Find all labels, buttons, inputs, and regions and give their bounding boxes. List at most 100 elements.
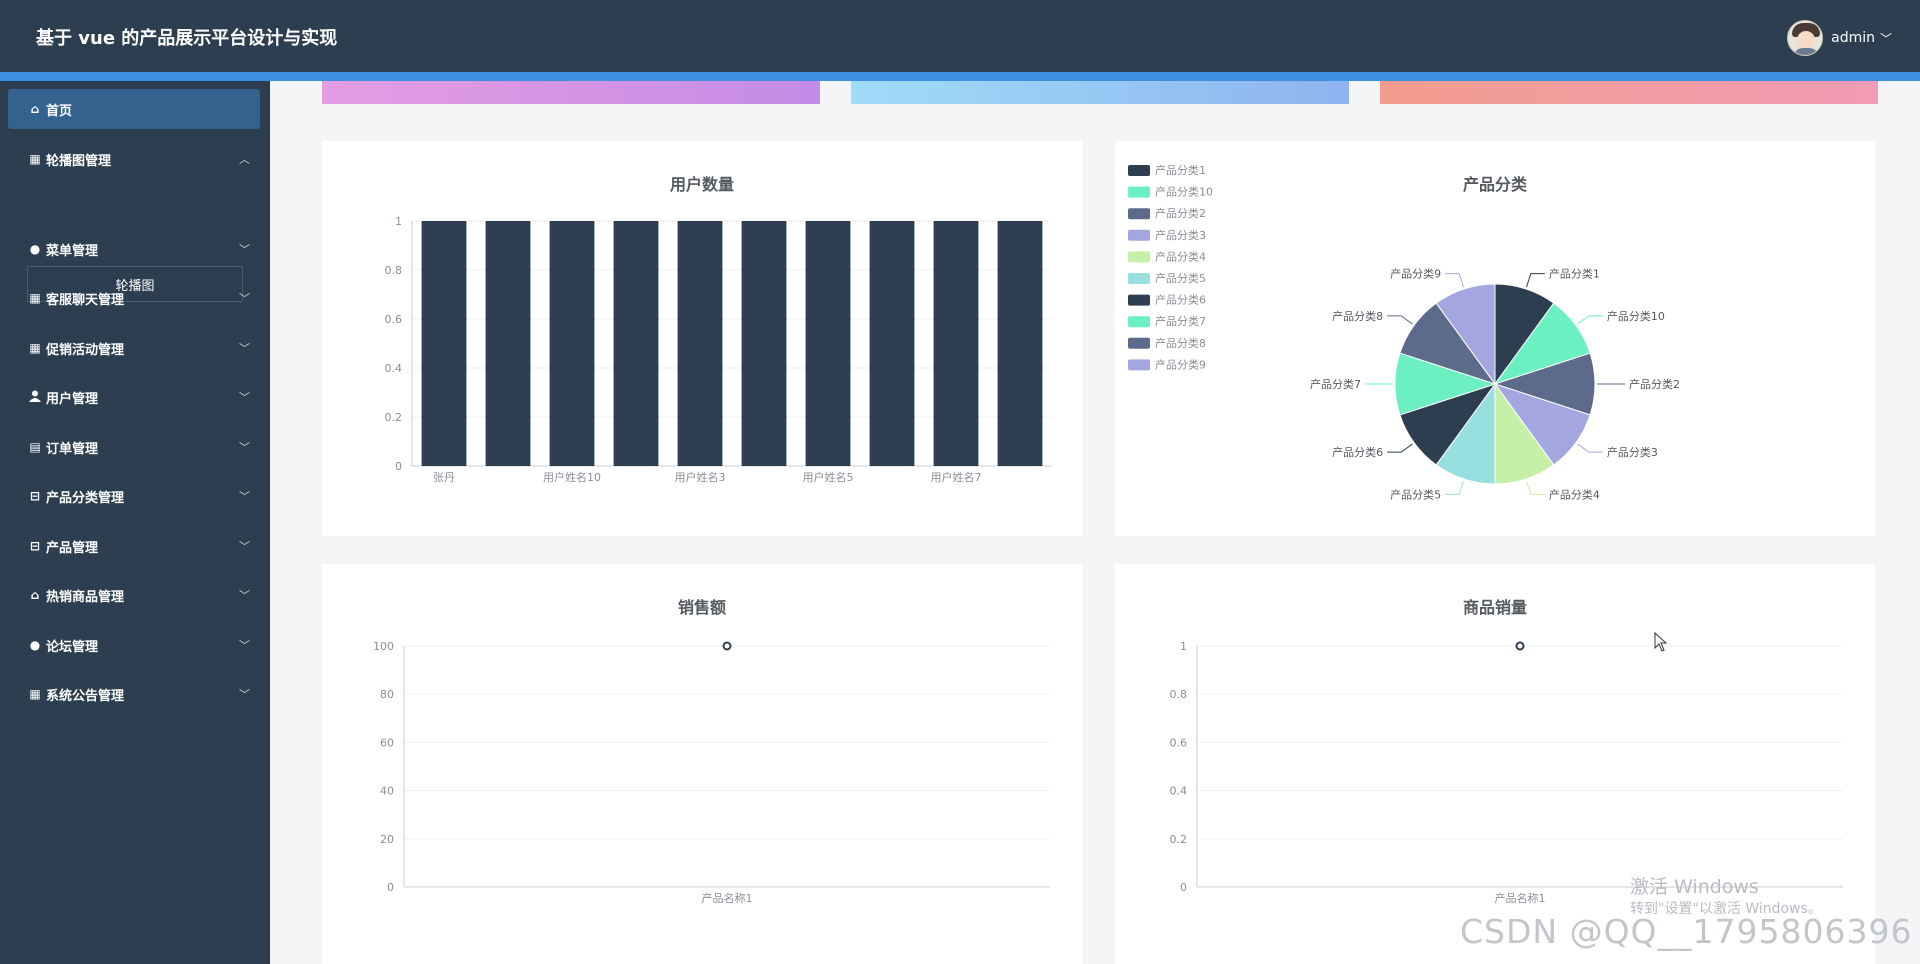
sidebar-item-carousel[interactable]: ▦ 轮播图管理 ︿ [8,139,260,179]
sidebar-item-label: 产品管理 [46,540,99,556]
chevron-down-icon: ﹀ [239,292,250,305]
bar [805,221,851,466]
pie-label: 产品分类8 [1332,309,1383,323]
bar [613,221,659,466]
y-tick-label: 0 [395,460,402,473]
sidebar-item-label: 用户管理 [46,391,99,407]
user-menu[interactable]: admin ﹀ [1787,20,1892,56]
stat-card [851,81,1349,104]
sidebar-item-label: 产品分类管理 [46,490,125,506]
pie-label-line [1445,480,1464,495]
sidebar-item-orders[interactable]: ▤ 订单管理 ﹀ [8,427,260,467]
bar [421,221,467,466]
chevron-down-icon: ﹀ [239,490,250,503]
sidebar-item-announcements[interactable]: ▦ 系统公告管理 ﹀ [8,674,260,714]
x-tick-label: 用户姓名5 [803,470,854,484]
y-tick-label: 0.6 [385,313,403,326]
top-header: 基于 vue 的产品展示平台设计与实现 admin ﹀ [0,0,1920,72]
pie-chart: 产品分类1 产品分类10 产品分类2 产品分类3 产品分类4 产品分类5 产品分类6 产品分类… [1128,163,1680,501]
box-icon: ⊟ [29,539,41,553]
avatar[interactable] [1787,20,1824,56]
bar-chart: 0 0.2 0.4 0.6 0.8 1 张丹 用户姓名10 用户姓名3 用户姓名5 用户姓名7 [385,215,1052,484]
pie-label: 产品分类5 [1390,487,1441,501]
y-tick-label: 0 [1180,881,1187,894]
bar [485,221,531,466]
header-accent-line [0,72,1920,81]
app-title: 基于 vue 的产品展示平台设计与实现 [36,28,338,49]
bar [997,221,1043,466]
data-point [1515,641,1525,651]
pie-label-line [1577,443,1603,453]
legend-label: 产品分类9 [1155,357,1206,371]
y-tick-label: 80 [380,688,394,701]
sidebar-item-label: 热销商品管理 [46,589,125,605]
chevron-down-icon: ﹀ [239,540,250,553]
chevron-up-icon: ︿ [239,153,250,166]
data-point [722,641,732,651]
x-tick-label: 用户姓名10 [543,470,601,484]
y-tick-label: 0 [387,881,394,894]
y-tick-label: 60 [380,736,394,749]
sidebar-item-products[interactable]: ⊟ 产品管理 ﹀ [8,526,260,566]
x-tick-label: 产品名称1 [702,891,753,905]
y-tick-label: 0.4 [1170,785,1188,798]
legend-label: 产品分类4 [1155,249,1206,263]
legend-swatch [1128,251,1150,263]
x-tick-label: 用户姓名3 [675,470,726,484]
user-name[interactable]: admin [1831,30,1875,46]
chevron-down-icon[interactable]: ﹀ [1880,30,1892,47]
legend-label: 产品分类3 [1155,228,1206,242]
chart-panel-user-count: 0 0.2 0.4 0.6 0.8 1 张丹 用户姓名10 用户姓名3 用户姓名5 用户姓名7 用户… [322,141,1082,536]
bar [549,221,595,466]
drop-icon: ● [29,638,41,652]
pie-label-line [1387,315,1413,325]
legend-label: 产品分类7 [1155,314,1206,328]
y-tick-label: 1 [1180,640,1187,653]
bar [677,221,723,466]
windows-activation-title: 激活 Windows [1630,876,1759,898]
pie-label-line [1387,443,1413,453]
chevron-down-icon: ﹀ [239,342,250,355]
legend-swatch [1128,229,1150,241]
chart-panel-sales: 0 20 40 60 80 100 产品名称1 销售额 [322,564,1082,964]
pie-label: 产品分类7 [1310,377,1361,391]
line-chart: 0 20 40 60 80 100 产品名称1 [373,640,1050,905]
home-icon: ⌂ [30,102,40,116]
chevron-down-icon: ﹀ [239,243,250,256]
mouse-cursor-icon [1654,632,1668,652]
circle-icon: ● [29,242,41,256]
box-icon: ⊟ [29,489,41,503]
sidebar-item-label: 论坛管理 [46,639,99,655]
pie-label-line [1445,273,1464,288]
x-tick-label: 用户姓名7 [931,470,982,484]
y-tick-label: 0.2 [385,411,403,424]
pie-label-line [1526,273,1545,288]
sidebar-item-home[interactable]: ⌂ 首页 [8,89,260,129]
sidebar-item-promotion[interactable]: ▦ 促销活动管理 ﹀ [8,328,260,368]
x-tick-label: 产品名称1 [1495,891,1546,905]
bank-icon: ⌂ [30,588,40,602]
sidebar-item-label: 订单管理 [46,441,99,457]
stat-card [1380,81,1878,104]
sidebar-item-forum[interactable]: ● 论坛管理 ﹀ [8,625,260,665]
pie-label-line [1526,480,1545,495]
sidebar-item-chat[interactable]: ▦ 客服聊天管理 ﹀ [8,278,260,318]
sidebar-item-label: 轮播图管理 [46,153,112,169]
legend-swatch [1128,208,1150,220]
chart-title: 商品销量 [1462,598,1527,617]
y-tick-label: 20 [380,833,394,846]
sidebar-item-hot-products[interactable]: ⌂ 热销商品管理 ﹀ [8,575,260,615]
chevron-down-icon: ﹀ [239,688,250,701]
y-tick-label: 100 [373,640,394,653]
legend-swatch [1128,273,1150,284]
legend-label: 产品分类6 [1155,293,1206,307]
sidebar-item-users[interactable]: 用户管理 ﹀ [8,377,260,417]
sidebar-item-product-categories[interactable]: ⊟ 产品分类管理 ﹀ [8,476,260,516]
chart-title: 销售额 [677,598,726,617]
y-tick-label: 1 [395,215,402,228]
sidebar-item-label: 系统公告管理 [46,688,125,704]
sidebar-item-label: 菜单管理 [46,243,99,259]
sidebar-item-menu[interactable]: ● 菜单管理 ﹀ [8,229,260,269]
pie-label-line [1577,315,1603,325]
sidebar-item-label: 客服聊天管理 [46,292,125,308]
